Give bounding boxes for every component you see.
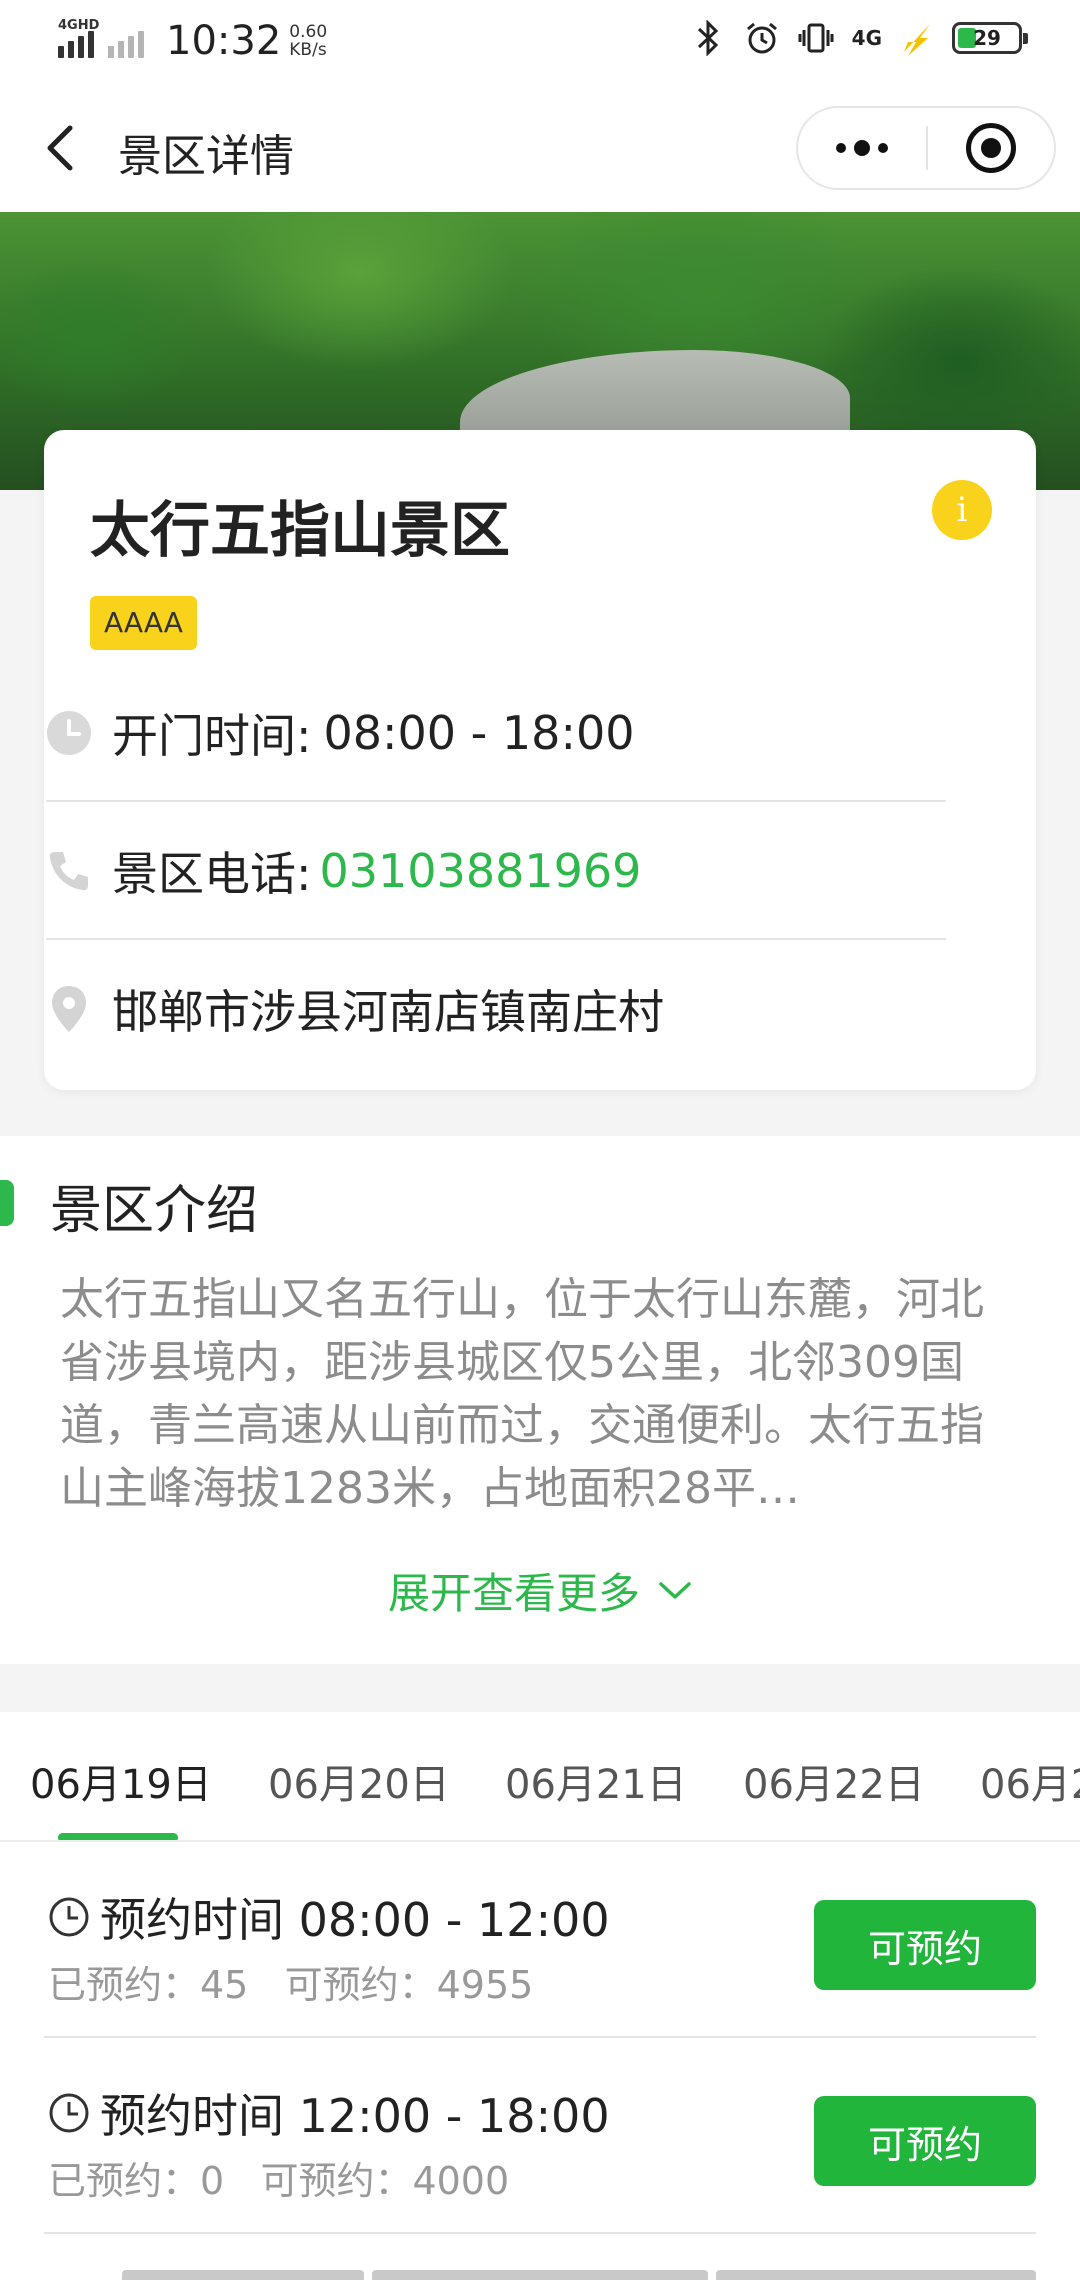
location-pin-icon [46, 986, 92, 1032]
mini-program-capsule [796, 106, 1056, 190]
nav-bar: 景区详情 [0, 84, 1080, 212]
intro-text: 太行五指山又名五行山，位于太行山东麓，河北省涉县境内，距涉县城区仅5公里，北邻3… [60, 1274, 984, 1514]
expand-more-label: 展开查看更多 [387, 1569, 640, 1618]
bluetooth-icon [690, 18, 726, 58]
intro-section: 景区介绍 太行五指山又名五行山，位于太行山东麓，河北省涉县境内，距涉县城区仅5公… [0, 1136, 1080, 1664]
spot-name: 太行五指山景区 [90, 496, 510, 566]
status-bar: 4GHD 10:32 0.60 KB/s 4G 29 [0, 0, 1080, 84]
book-button[interactable]: 可预约 [814, 1900, 1036, 1990]
vibrate-icon [798, 18, 834, 58]
back-button[interactable] [40, 122, 84, 174]
phone-number-link[interactable]: 03103881969 [320, 844, 642, 898]
more-dots-icon [836, 143, 846, 153]
slot-booked: 已预约：0 [48, 2159, 225, 2203]
network-label: 4GHD [58, 18, 100, 33]
clock-outline-icon [49, 2093, 89, 2133]
time-slot-row: 预约时间 12:00 - 18:00 已预约：0 可预约：4000 可预约 [44, 2038, 1036, 2234]
battery-level: 29 [973, 26, 1001, 50]
slot-available: 可预约：4955 [284, 1963, 534, 2007]
signal-icon-secondary [108, 24, 144, 58]
charging-icon [900, 18, 934, 58]
bottom-bar-peek [716, 2270, 1036, 2280]
chevron-down-icon [659, 1581, 691, 1599]
phone-label: 景区电话: [112, 847, 312, 901]
active-tab-indicator [58, 1833, 178, 1840]
date-tabs: 06月19日 06月20日 06月21日 06月22日 06月23日 [0, 1712, 1080, 1842]
battery-icon: 29 [952, 22, 1028, 54]
tab-date-1[interactable]: 06月19日 [30, 1752, 212, 1810]
expand-more-button[interactable]: 展开查看更多 [0, 1560, 1080, 1621]
address-row[interactable]: 邯郸市涉县河南店镇南庄村 [46, 940, 946, 1078]
target-circle-icon [965, 123, 1016, 173]
slot-stats: 已预约：0 可预约：4000 [48, 2150, 509, 2205]
address-text: 邯郸市涉县河南店镇南庄村 [112, 985, 664, 1039]
phone-row[interactable]: 景区电话: 03103881969 [46, 802, 946, 940]
time-slot-list: 预约时间 08:00 - 12:00 已预约：45 可预约：4955 可预约 预… [0, 1842, 1080, 2280]
hours-value: 08:00 - 18:00 [323, 706, 635, 760]
slot-booked: 已预约：45 [48, 1963, 249, 2007]
page-title: 景区详情 [118, 131, 294, 182]
close-miniprogram-button[interactable] [928, 108, 1054, 188]
slot-available: 可预约：4000 [260, 2159, 510, 2203]
section-accent-bar [0, 1180, 14, 1226]
slot-stats: 已预约：45 可预约：4955 [48, 1954, 533, 2009]
level-badge: AAAA [90, 596, 197, 650]
book-button[interactable]: 可预约 [814, 2096, 1036, 2186]
time-slot-row: 预约时间 08:00 - 12:00 已预约：45 可预约：4955 可预约 [44, 1842, 1036, 2038]
bottom-bar-peek [372, 2270, 708, 2280]
tab-date-5[interactable]: 06月23日 [980, 1752, 1080, 1810]
more-button[interactable] [798, 108, 926, 188]
intro-title: 景区介绍 [50, 1181, 259, 1241]
tab-date-2[interactable]: 06月20日 [268, 1752, 450, 1810]
info-icon[interactable]: i [932, 480, 992, 540]
network-type: 4G [851, 26, 882, 50]
slot-time: 预约时间 12:00 - 18:00 [100, 2089, 610, 2143]
clock: 10:32 [166, 18, 282, 64]
net-speed: 0.60 KB/s [289, 22, 328, 60]
phone-icon [46, 848, 92, 894]
clock-outline-icon [49, 1897, 89, 1937]
signal-icon: 4GHD [58, 18, 99, 58]
opening-hours-row: 开门时间: 08:00 - 18:00 [46, 664, 946, 802]
slot-time: 预约时间 08:00 - 12:00 [100, 1893, 610, 1947]
bottom-bar-peek [122, 2270, 364, 2280]
hours-label: 开门时间: [112, 709, 312, 763]
chevron-left-icon [47, 125, 73, 171]
clock-icon [46, 710, 92, 756]
tab-date-4[interactable]: 06月22日 [743, 1752, 925, 1810]
alarm-icon [744, 18, 780, 58]
tab-date-3[interactable]: 06月21日 [505, 1752, 687, 1810]
